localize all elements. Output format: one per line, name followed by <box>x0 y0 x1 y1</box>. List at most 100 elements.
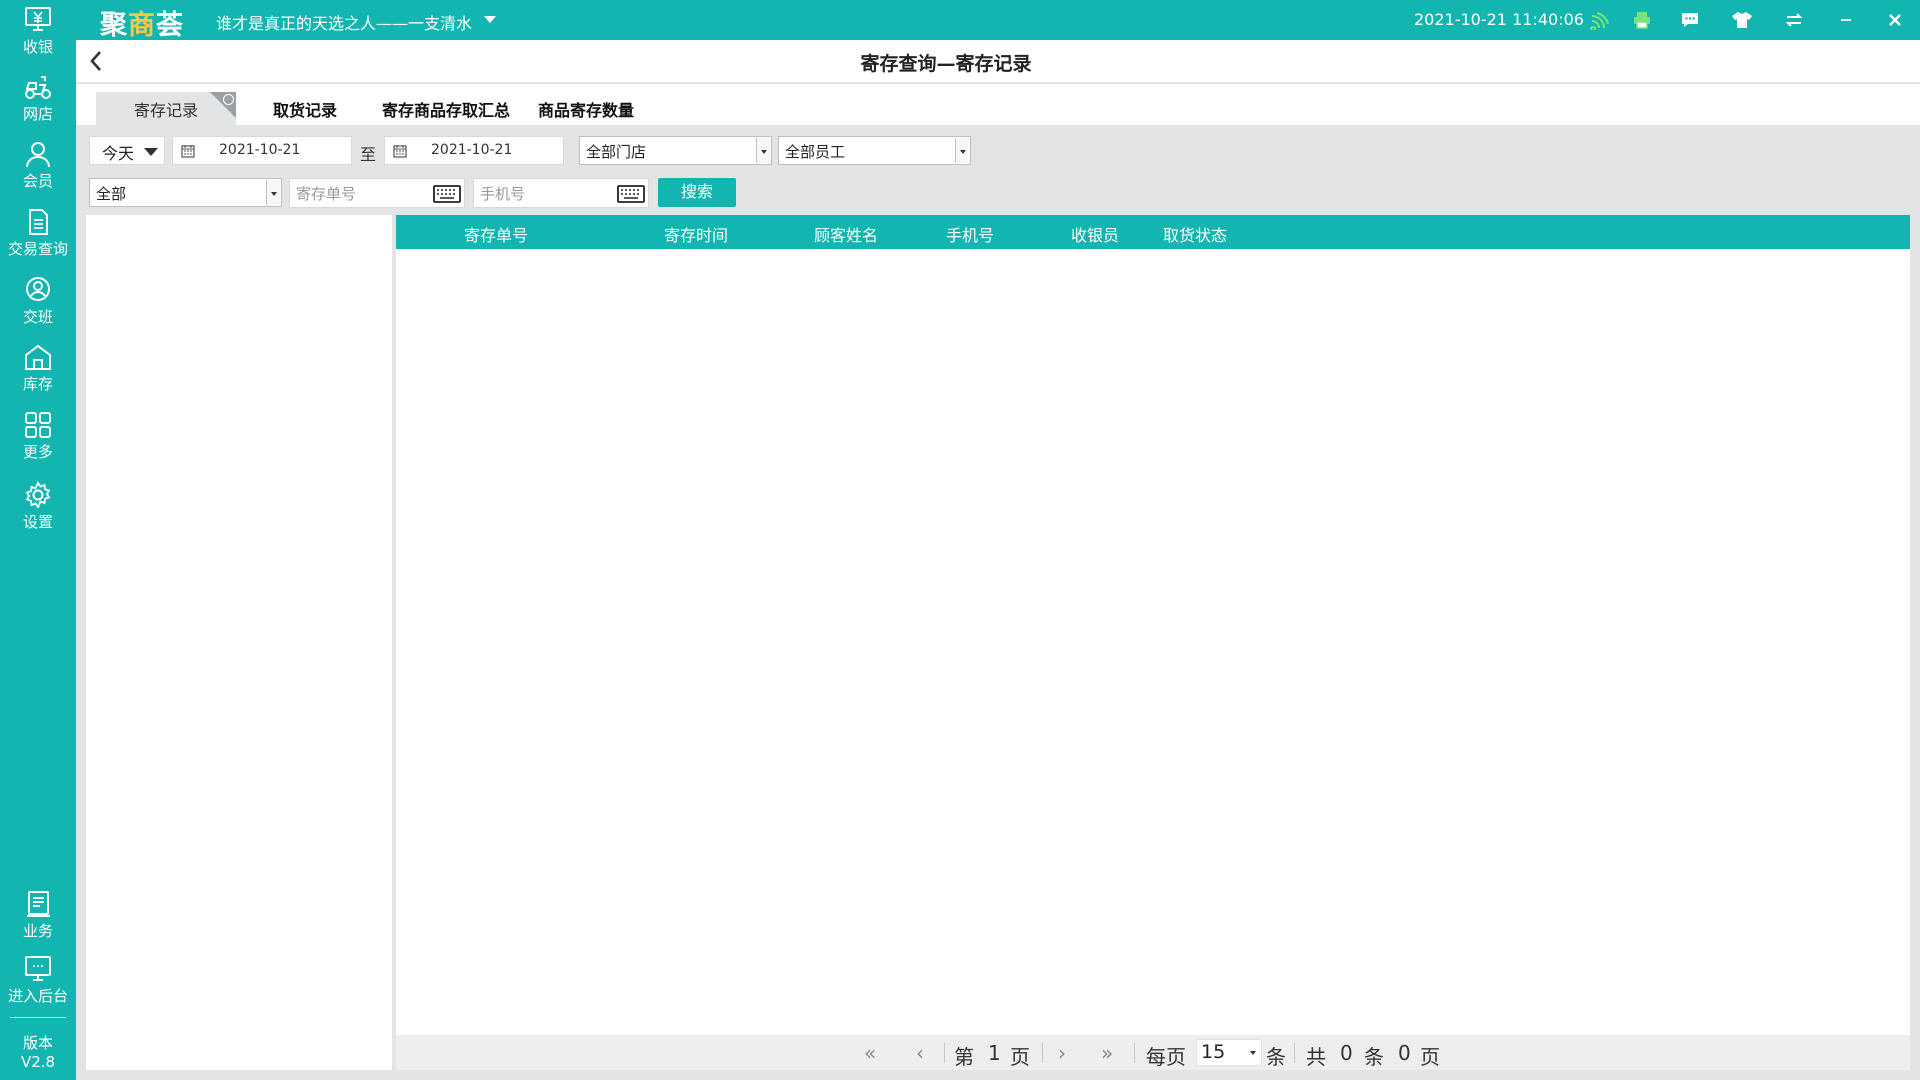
store-name[interactable]: 谁才是真正的天选之人——一支清水 <box>216 10 472 34</box>
warehouse-icon <box>25 344 51 370</box>
phone-placeholder: 手机号 <box>480 185 526 203</box>
first-page-button[interactable]: « <box>864 1041 876 1065</box>
keyboard-button[interactable] <box>430 179 464 209</box>
sidebar-item-label: 库存 <box>22 375 53 393</box>
document-icon <box>29 209 48 235</box>
chevron-down-icon <box>955 138 969 163</box>
column-header-phone[interactable]: 手机号 <box>946 222 994 246</box>
period-select[interactable]: 今天 <box>89 136 165 165</box>
keyboard-icon <box>433 185 461 203</box>
column-header-order-no[interactable]: 寄存单号 <box>464 222 528 246</box>
version-label: 版本 <box>22 1034 53 1052</box>
calendar-icon <box>393 145 407 158</box>
end-date-input[interactable]: 2021-10-21 <box>384 136 564 165</box>
tab-deposit-quantity[interactable]: 商品寄存数量 <box>538 92 634 125</box>
message-icon[interactable] <box>1678 8 1702 32</box>
sidebar-item-label: 交班 <box>22 308 53 326</box>
sidebar-item-label: 会员 <box>22 172 53 190</box>
order-no-input[interactable]: 寄存单号 <box>289 178 465 208</box>
skin-icon[interactable] <box>1730 8 1754 32</box>
page-prefix: 第 <box>954 1045 974 1069</box>
table-header: 寄存单号 寄存时间 顾客姓名 手机号 收银员 取货状态 <box>396 215 1910 249</box>
business-icon <box>27 891 50 917</box>
sidebar-item-member[interactable]: 会员 <box>0 140 76 204</box>
pagination-bar: « ‹ 第 1 页 › » 每页 15 条 共 0 条 0 页 <box>396 1035 1910 1070</box>
chevron-down-icon <box>144 148 158 156</box>
deposit-records-table: 寄存单号 寄存时间 顾客姓名 手机号 收银员 取货状态 « ‹ 第 1 页 › … <box>396 215 1910 1070</box>
last-page-button[interactable]: » <box>1101 1041 1113 1065</box>
chevron-down-icon <box>1250 1051 1256 1055</box>
sidebar-item-transaction[interactable]: 交易查询 <box>0 208 76 272</box>
sidebar: 收银 网店 会员 交易查询 交班 库存 更多 设置 业务 进入后台 版本 V2.… <box>0 0 76 1080</box>
store-dropdown-icon[interactable] <box>484 16 496 23</box>
keyboard-icon <box>617 185 645 203</box>
minimize-icon[interactable] <box>1834 8 1858 32</box>
cashier-icon <box>25 7 51 31</box>
app-logo: 聚商荟 <box>100 10 184 41</box>
column-header-pickup-status[interactable]: 取货状态 <box>1163 222 1227 246</box>
tab-label: 商品寄存数量 <box>538 101 635 120</box>
gear-icon <box>25 481 51 509</box>
sidebar-item-backend[interactable]: 进入后台 <box>0 955 76 1019</box>
sidebar-item-online-store[interactable]: 网店 <box>0 73 76 137</box>
network-icon[interactable] <box>1588 8 1612 32</box>
keyboard-button[interactable] <box>614 179 648 209</box>
tab-label: 寄存商品存取汇总 <box>382 101 511 120</box>
switch-icon[interactable] <box>1782 8 1806 32</box>
sidebar-item-label: 设置 <box>22 513 53 531</box>
page-suffix: 页 <box>1010 1045 1030 1069</box>
column-header-deposit-time[interactable]: 寄存时间 <box>664 222 728 246</box>
column-header-cashier[interactable]: 收银员 <box>1071 222 1119 246</box>
column-header-customer-name[interactable]: 顾客姓名 <box>814 222 878 246</box>
sidebar-divider <box>10 1017 66 1018</box>
total-count: 0 <box>1340 1041 1353 1065</box>
tab-deposit-summary[interactable]: 寄存商品存取汇总 <box>382 92 510 125</box>
sidebar-item-shift[interactable]: 交班 <box>0 276 76 340</box>
status-value: 全部 <box>96 185 127 203</box>
pager-divider <box>944 1043 945 1063</box>
status-select[interactable]: 全部 <box>89 178 282 207</box>
phone-input[interactable]: 手机号 <box>473 178 649 208</box>
pager-divider <box>1134 1043 1135 1063</box>
close-icon[interactable] <box>1883 8 1907 32</box>
sidebar-item-settings[interactable]: 设置 <box>0 481 76 545</box>
total-unit: 条 <box>1364 1045 1384 1069</box>
tab-deposit-records[interactable]: 寄存记录 <box>96 92 236 125</box>
page-size-select[interactable]: 15 <box>1196 1039 1262 1066</box>
next-page-button[interactable]: › <box>1058 1041 1066 1065</box>
sidebar-item-label: 进入后台 <box>7 987 68 1005</box>
shift-icon <box>26 277 50 301</box>
current-page[interactable]: 1 <box>988 1041 1001 1065</box>
page-size-value: 15 <box>1201 1041 1226 1063</box>
prev-page-button[interactable]: ‹ <box>916 1041 924 1065</box>
search-button[interactable]: 搜索 <box>658 178 736 207</box>
pager-divider <box>1042 1043 1043 1063</box>
sidebar-item-more[interactable]: 更多 <box>0 411 76 475</box>
delivery-icon <box>25 76 51 99</box>
sidebar-item-business[interactable]: 业务 <box>0 890 76 954</box>
tab-bar: 寄存记录 取货记录 寄存商品存取汇总 商品寄存数量 <box>76 84 1920 125</box>
pager-divider <box>1294 1043 1295 1063</box>
sidebar-item-label: 收银 <box>22 38 53 56</box>
per-page-suffix: 条 <box>1266 1045 1286 1069</box>
employee-value: 全部员工 <box>785 143 846 161</box>
store-value: 全部门店 <box>586 143 647 161</box>
sidebar-item-label: 交易查询 <box>7 240 68 258</box>
page-title: 寄存查询—寄存记录 <box>860 53 1032 75</box>
total-prefix: 共 <box>1306 1045 1326 1069</box>
grid-icon <box>25 412 51 438</box>
printer-icon[interactable] <box>1630 8 1654 32</box>
page-header: 寄存查询—寄存记录 <box>76 40 1920 83</box>
start-date-input[interactable]: 2021-10-21 <box>172 136 352 165</box>
sidebar-item-cashier[interactable]: 收银 <box>0 6 76 70</box>
order-no-placeholder: 寄存单号 <box>296 185 357 203</box>
chevron-down-icon <box>266 180 280 205</box>
store-select[interactable]: 全部门店 <box>579 136 772 165</box>
sidebar-item-inventory[interactable]: 库存 <box>0 343 76 407</box>
employee-select[interactable]: 全部员工 <box>778 136 971 165</box>
total-pages-unit: 页 <box>1420 1045 1440 1069</box>
version-info: 版本 V2.8 <box>0 1034 76 1072</box>
tab-pickup-records[interactable]: 取货记录 <box>273 92 337 125</box>
sidebar-item-label: 更多 <box>22 443 53 461</box>
start-date-value: 2021-10-21 <box>219 142 301 158</box>
